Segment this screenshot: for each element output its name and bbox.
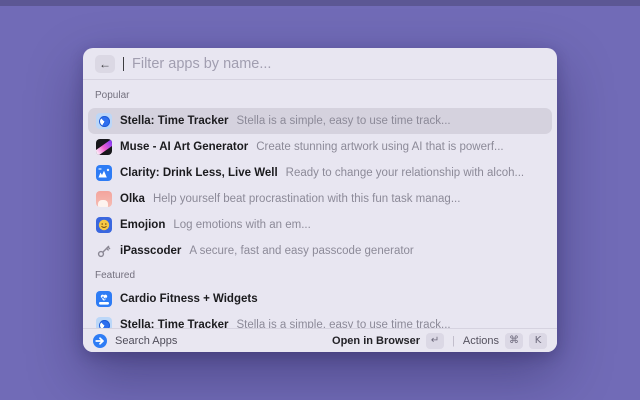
app-title: Emojion	[120, 219, 165, 231]
cardio-heart-icon	[96, 291, 112, 307]
key-icon	[96, 243, 112, 259]
muse-brush-icon	[96, 139, 112, 155]
stella-clock-icon	[96, 113, 112, 129]
k-keycap: K	[529, 333, 547, 349]
cmd-keycap: ⌘	[505, 333, 523, 349]
app-title: Olka	[120, 193, 145, 205]
return-keycap: ↵	[426, 333, 444, 349]
app-subtitle: Help yourself beat procrastination with …	[153, 193, 460, 205]
emojion-face-icon	[96, 217, 112, 233]
back-button[interactable]: ←	[95, 55, 115, 73]
clarity-landscape-icon	[96, 165, 112, 181]
olka-mascot-icon	[96, 191, 112, 207]
app-title: Clarity: Drink Less, Live Well	[120, 167, 278, 179]
section-label-featured: Featured	[88, 270, 552, 282]
search-input[interactable]	[132, 56, 545, 72]
window-footer: Search Apps Open in Browser ↵ | Actions …	[83, 328, 557, 352]
app-row-muse[interactable]: Muse - AI Art Generator Create stunning …	[88, 134, 552, 160]
app-row-clarity[interactable]: Clarity: Drink Less, Live Well Ready to …	[88, 160, 552, 186]
open-in-browser-label: Open in Browser	[332, 335, 420, 347]
app-row-stella[interactable]: Stella: Time Tracker Stella is a simple,…	[88, 108, 552, 134]
app-subtitle: A secure, fast and easy passcode generat…	[189, 245, 413, 257]
app-row-ipasscoder[interactable]: iPasscoder A secure, fast and easy passc…	[88, 238, 552, 264]
app-title: Cardio Fitness + Widgets	[120, 293, 258, 305]
actions-button[interactable]: Actions ⌘ K	[463, 333, 547, 349]
footer-divider: |	[452, 335, 455, 347]
app-subtitle: Create stunning artwork using AI that is…	[256, 141, 503, 153]
text-caret	[123, 57, 124, 71]
app-title: iPasscoder	[120, 245, 181, 257]
search-bar: ←	[83, 48, 557, 80]
actions-label: Actions	[463, 335, 499, 347]
open-in-browser-button[interactable]: Open in Browser ↵	[332, 333, 444, 349]
app-subtitle: Log emotions with an em...	[173, 219, 310, 231]
app-row-olka[interactable]: Olka Help yourself beat procrastination …	[88, 186, 552, 212]
app-title: Muse - AI Art Generator	[120, 141, 248, 153]
app-subtitle: Stella is a simple, easy to use time tra…	[236, 115, 450, 127]
app-row-emojion[interactable]: Emojion Log emotions with an em...	[88, 212, 552, 238]
app-launcher-window: ← Popular Stella: Time Tracker Stella is…	[83, 48, 557, 352]
app-row-cardio[interactable]: Cardio Fitness + Widgets	[88, 286, 552, 312]
app-list: Popular Stella: Time Tracker Stella is a…	[83, 81, 557, 352]
section-label-popular: Popular	[88, 90, 552, 102]
search-apps-icon	[93, 334, 107, 348]
desktop-menubar-shadow	[0, 0, 640, 6]
app-title: Stella: Time Tracker	[120, 115, 228, 127]
app-subtitle: Ready to change your relationship with a…	[286, 167, 524, 179]
search-apps-label: Search Apps	[115, 335, 177, 347]
